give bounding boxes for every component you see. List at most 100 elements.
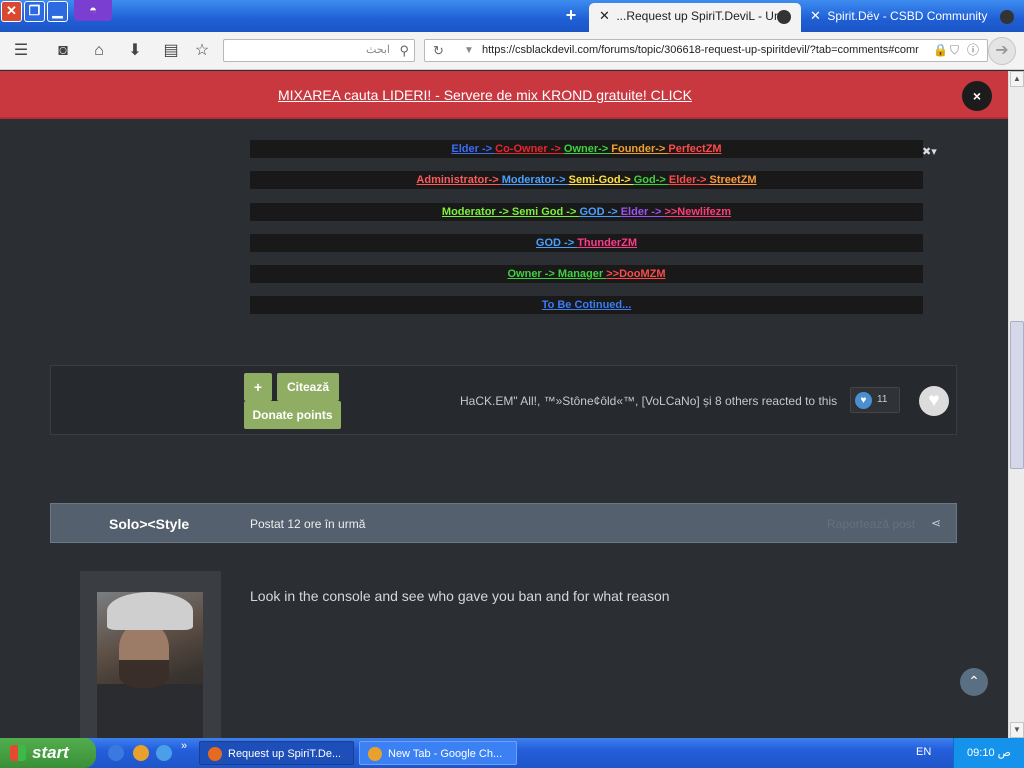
address-bar[interactable]: ↻ ▼ https://csblackdevil.com/forums/topi… [424, 39, 988, 62]
scroll-up-icon[interactable]: ▲ [1010, 71, 1024, 87]
windows-logo-icon [10, 745, 26, 761]
browser-toolbar: ☰ ◙ ⌂ ⬇ ▤ ☆ ابحث ⚲ ↻ ▼ https://csblackde… [0, 32, 1024, 70]
rank-segment: PerfectZM [668, 143, 722, 155]
rank-line[interactable]: To Be Cotinued... [250, 296, 923, 314]
post-timestamp[interactable]: Postat 12 ore în urmă [250, 517, 365, 531]
shield-icon[interactable]: ⛉ [950, 40, 959, 61]
dropdown-icon[interactable]: ▼ [464, 40, 474, 61]
site-favicon-icon [1000, 10, 1014, 24]
site-favicon-icon [777, 10, 791, 24]
rank-segment: >>DooMZM [606, 268, 666, 280]
author-avatar-frame [80, 571, 221, 738]
tab-title: Spirit.Dëv - CSBD Community [827, 9, 988, 23]
rank-line[interactable]: Moderator -> Semi God -> GOD -> Elder ->… [250, 203, 923, 221]
rank-segment: Founder-> [611, 143, 669, 155]
announcement-banner: MIXAREA cauta LIDERI! - Servere de mix K… [0, 71, 1008, 119]
search-placeholder: ابحث [365, 44, 390, 56]
reaction-count: 11 [877, 394, 888, 405]
pocket-icon[interactable]: ◙ [53, 41, 73, 61]
rank-segment: Elder -> [620, 206, 665, 218]
window-minimize-icon[interactable]: ▁ [47, 1, 68, 22]
forward-arrow-icon[interactable]: ➔ [988, 37, 1016, 65]
multiquote-button[interactable]: + [244, 373, 272, 401]
page-content: Elder -> Co-Owner -> Owner-> Founder-> P… [0, 121, 1008, 738]
reader-icon[interactable]: ▤ [161, 41, 181, 61]
search-input[interactable]: ابحث ⚲ [223, 39, 415, 62]
rank-segment: God-> [633, 174, 669, 186]
rank-segment: Owner-> [563, 143, 612, 155]
firefox-icon [208, 747, 222, 761]
windows-taskbar: start » Request up SpiriT.De... New Tab … [0, 738, 1024, 768]
home-icon[interactable]: ⌂ [89, 41, 109, 61]
tab-title: ...Request up SpiriT.DeviL - Unb [616, 9, 788, 23]
like-heart-button[interactable]: ♥ [919, 386, 949, 416]
rank-segment: GOD -> [579, 206, 621, 218]
vertical-scrollbar[interactable]: ▲ ▼ [1008, 71, 1024, 738]
scroll-down-icon[interactable]: ▼ [1010, 722, 1024, 738]
window-close-icon[interactable]: ✕ [1, 1, 22, 22]
rank-segment: Administrator-> [416, 174, 502, 186]
start-label: start [32, 743, 69, 762]
report-post-link[interactable]: Raportează post [827, 517, 915, 531]
rank-segment: ThunderZM [577, 237, 638, 249]
lock-icon[interactable]: 🔒 [933, 40, 948, 61]
chrome-icon [368, 747, 382, 761]
donate-points-button[interactable]: Donate points [244, 401, 341, 429]
taskbar-item-chrome[interactable]: New Tab - Google Ch... [359, 741, 517, 765]
quicklaunch-browser-icon[interactable] [108, 745, 124, 761]
scroll-to-top-button[interactable]: ⌃ [960, 668, 988, 696]
quote-tools-icon[interactable]: ✖▾ [922, 145, 937, 158]
rank-segment: Moderator-> [501, 174, 569, 186]
start-button[interactable]: start [0, 738, 96, 768]
taskbar-item-firefox[interactable]: Request up SpiriT.De... [199, 741, 354, 765]
share-icon[interactable]: ⋖ [931, 516, 941, 530]
tab-close-icon[interactable]: ✕ [810, 3, 824, 29]
post-author[interactable]: Solo><Style [109, 516, 189, 532]
private-browsing-mask-icon: ◓ [74, 0, 112, 21]
system-clock[interactable]: 09:10 ص [953, 738, 1024, 768]
rank-segment: GOD -> [535, 237, 578, 249]
bookmark-star-icon[interactable]: ☆ [192, 41, 212, 61]
rank-segment: Elder-> [668, 174, 710, 186]
rank-segment: StreetZM [709, 174, 757, 186]
banner-link[interactable]: MIXAREA cauta LIDERI! - Servere de mix K… [278, 87, 692, 103]
tab-active[interactable]: ✕ ...Request up SpiriT.DeviL - Unb [589, 3, 801, 32]
rank-segment: Moderator -> Semi God -> [441, 206, 580, 218]
new-tab-button[interactable]: + [561, 5, 581, 25]
rank-line[interactable]: Administrator-> Moderator-> Semi-God-> G… [250, 171, 923, 189]
reaction-count-badge[interactable]: ♥ 11 [850, 387, 900, 413]
url-text[interactable]: https://csblackdevil.com/forums/topic/30… [482, 40, 922, 61]
rank-segment: Elder -> [451, 143, 496, 155]
rank-line[interactable]: GOD -> ThunderZM [250, 234, 923, 252]
tab-close-icon[interactable]: ✕ [599, 3, 613, 29]
banner-close-button[interactable]: × [962, 81, 992, 111]
reload-icon[interactable]: ↻ [433, 40, 444, 61]
quote-button[interactable]: Citează [277, 373, 339, 401]
menu-icon[interactable]: ☰ [11, 41, 31, 61]
quicklaunch-chrome-icon[interactable] [133, 745, 149, 761]
screen: ✕ ❐ ▁ ◓ + ✕ ...Request up SpiriT.DeviL -… [0, 0, 1024, 768]
post-header: Solo><Style Postat 12 ore în urmă Raport… [50, 503, 957, 543]
heart-reaction-icon: ♥ [855, 392, 872, 409]
rank-line[interactable]: Owner -> Manager >>DooMZM [250, 265, 923, 283]
search-icon: ⚲ [399, 43, 409, 58]
download-icon[interactable]: ⬇ [125, 41, 145, 61]
scrollbar-thumb[interactable] [1010, 321, 1024, 469]
rank-segment: Semi-God-> [568, 174, 634, 186]
avatar[interactable] [97, 592, 203, 738]
quicklaunch-ie-icon[interactable] [156, 745, 172, 761]
rank-segment: Co-Owner -> [495, 143, 564, 155]
rank-segment: >>Newlifezm [664, 206, 732, 218]
rank-segment: Owner -> Manager [507, 268, 607, 280]
window-restore-icon[interactable]: ❐ [24, 1, 45, 22]
rank-line[interactable]: Elder -> Co-Owner -> Owner-> Founder-> P… [250, 140, 923, 158]
tab-inactive[interactable]: ✕ Spirit.Dëv - CSBD Community [804, 3, 1024, 32]
language-indicator[interactable]: EN [916, 746, 931, 758]
rank-segment: To Be Cotinued... [541, 299, 632, 311]
info-icon[interactable]: ⓘ [967, 40, 979, 61]
task-label: Request up SpiriT.De... [228, 748, 342, 760]
quicklaunch-more-icon[interactable]: » [181, 740, 187, 752]
browser-titlebar: ✕ ❐ ▁ ◓ + ✕ ...Request up SpiriT.DeviL -… [0, 0, 1024, 32]
post-actions-bar: + Citează Donate points HaCK.EM" All!, ™… [50, 365, 957, 435]
reactions-summary[interactable]: HaCK.EM" All!, ™»Stône¢ôld«™, [VoLCaNo] … [460, 394, 837, 408]
